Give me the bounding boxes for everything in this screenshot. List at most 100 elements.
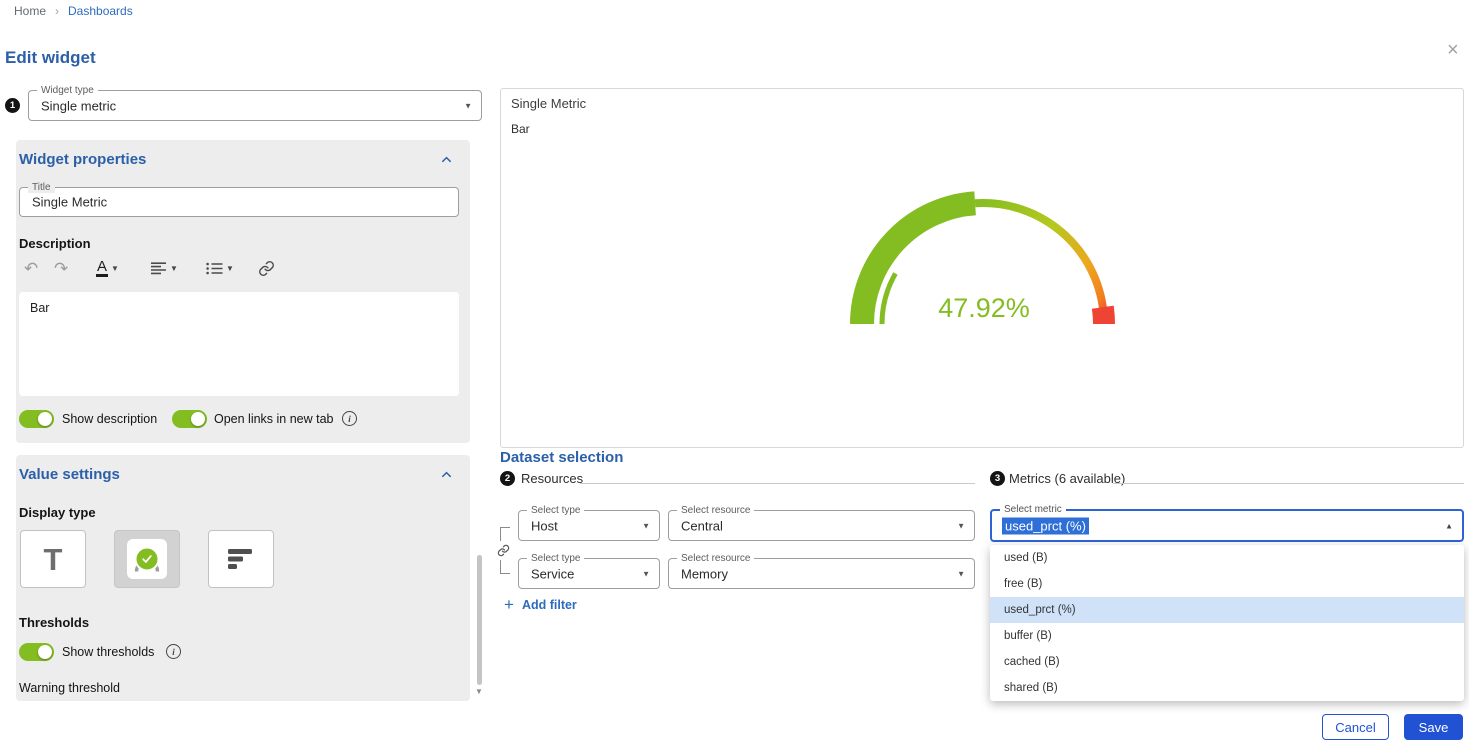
link-icon	[258, 260, 275, 277]
toggle-knob	[38, 412, 52, 426]
chevron-down-icon: ▼	[957, 521, 965, 530]
align-icon	[150, 262, 167, 275]
show-thresholds-label: Show thresholds	[62, 645, 154, 659]
page-title: Edit widget	[5, 48, 96, 68]
show-description-toggle[interactable]	[19, 410, 54, 428]
scrollbar-down-arrow[interactable]: ▼	[475, 687, 483, 696]
metric-option[interactable]: free (B)	[990, 571, 1464, 597]
preview-title: Single Metric	[511, 96, 586, 111]
text-display-icon: T	[44, 544, 63, 575]
chevron-down-icon: ▼	[226, 264, 234, 273]
title-input[interactable]: Title Single Metric	[19, 187, 459, 217]
undo-icon: ↶	[24, 260, 38, 277]
step-2-badge: 2	[500, 471, 515, 486]
add-filter-button[interactable]: + Add filter	[504, 596, 577, 613]
text-color-button[interactable]: A ▼	[96, 256, 119, 280]
undo-button[interactable]: ↶	[24, 256, 38, 280]
gauge-inner-arc	[882, 274, 896, 325]
resources-divider	[580, 483, 975, 484]
redo-button[interactable]: ↷	[54, 256, 68, 280]
metrics-divider	[1113, 483, 1464, 484]
resource-select-2[interactable]: Select resource Memory ▼	[668, 558, 975, 589]
plus-icon: +	[504, 596, 514, 613]
list-button[interactable]: ▼	[206, 256, 234, 280]
breadcrumb-home-link[interactable]: Home	[14, 4, 46, 18]
add-filter-label: Add filter	[522, 598, 577, 612]
insert-link-button[interactable]	[258, 256, 275, 280]
metric-option[interactable]: cached (B)	[990, 649, 1464, 675]
select-resource-value: Memory	[681, 566, 728, 581]
cancel-button[interactable]: Cancel	[1322, 714, 1389, 740]
metric-option-selected[interactable]: used_prct (%)	[990, 597, 1464, 623]
info-icon[interactable]: i	[166, 644, 181, 659]
resource-type-select-1[interactable]: Select type Host ▼	[518, 510, 660, 541]
metric-option[interactable]: used (B)	[990, 545, 1464, 571]
info-icon[interactable]: i	[342, 411, 357, 426]
select-metric-label: Select metric	[1000, 504, 1066, 515]
bar-display-icon	[228, 549, 254, 569]
select-resource-label: Select resource	[677, 505, 754, 516]
chevron-down-icon: ▼	[642, 569, 650, 578]
toggle-knob	[191, 412, 205, 426]
widget-type-select[interactable]: Widget type Single metric ▼	[28, 90, 482, 121]
resource-link-icon	[495, 541, 511, 560]
metric-option[interactable]: buffer (B)	[990, 623, 1464, 649]
dataset-selection-heading: Dataset selection	[500, 449, 623, 466]
redo-icon: ↷	[54, 260, 68, 277]
breadcrumb-dashboards-link[interactable]: Dashboards	[68, 4, 133, 18]
step-1-badge: 1	[5, 98, 20, 113]
list-icon	[206, 262, 223, 275]
toggle-knob	[38, 645, 52, 659]
display-type-text-button[interactable]: T	[20, 530, 86, 588]
close-icon[interactable]: ×	[1447, 40, 1459, 60]
value-settings-heading: Value settings	[19, 466, 120, 483]
breadcrumb: Home › Dashboards	[14, 4, 133, 18]
chevron-down-icon: ▼	[642, 521, 650, 530]
save-button[interactable]: Save	[1404, 714, 1463, 740]
collapse-chevron-up-icon[interactable]	[439, 467, 454, 487]
select-resource-label: Select resource	[677, 553, 754, 564]
resource-select-1[interactable]: Select resource Central ▼	[668, 510, 975, 541]
display-type-bar-button[interactable]	[208, 530, 274, 588]
chevron-down-icon: ▼	[170, 264, 178, 273]
metric-select-value: used_prct (%)	[1002, 517, 1089, 534]
chevron-down-icon: ▼	[464, 101, 472, 110]
align-button[interactable]: ▼	[150, 256, 178, 280]
open-links-label: Open links in new tab	[214, 412, 334, 426]
metric-option[interactable]: shared (B)	[990, 675, 1464, 701]
gauge-value-text: 47.92%	[938, 293, 1030, 323]
scrollbar-thumb[interactable]	[477, 555, 482, 685]
select-type-value: Host	[531, 518, 558, 533]
title-input-value: Single Metric	[32, 195, 107, 210]
richtext-toolbar: ↶ ↷ A ▼ ▼ ▼	[16, 256, 456, 282]
widget-type-label: Widget type	[37, 85, 98, 96]
resources-section-title: Resources	[521, 471, 583, 486]
step-3-badge: 3	[990, 471, 1005, 486]
gauge-critical-arc	[1103, 307, 1104, 324]
selected-check-icon	[135, 547, 160, 572]
metric-dropdown-menu: used (B) free (B) used_prct (%) buffer (…	[990, 545, 1464, 701]
text-color-icon: A	[96, 259, 108, 278]
metric-select[interactable]: Select metric used_prct (%) ▲	[990, 509, 1464, 542]
display-type-label: Display type	[19, 505, 96, 520]
warning-threshold-label: Warning threshold	[19, 681, 120, 695]
select-type-value: Service	[531, 566, 574, 581]
preview-description: Bar	[511, 122, 530, 136]
display-type-gauge-button[interactable]	[114, 530, 180, 588]
show-thresholds-toggle[interactable]	[19, 643, 54, 661]
widget-properties-panel: Widget properties Title Single Metric De…	[16, 140, 470, 443]
collapse-chevron-up-icon[interactable]	[439, 152, 454, 172]
resource-type-select-2[interactable]: Select type Service ▼	[518, 558, 660, 589]
value-settings-panel: Value settings Display type T Thresholds	[16, 455, 470, 701]
widget-properties-heading: Widget properties	[19, 151, 146, 168]
open-links-toggle[interactable]	[172, 410, 207, 428]
metrics-section-title: Metrics (6 available)	[1009, 471, 1125, 486]
chevron-down-icon: ▼	[957, 569, 965, 578]
description-label: Description	[19, 236, 91, 251]
thresholds-label: Thresholds	[19, 615, 89, 630]
breadcrumb-chevron-icon: ›	[55, 4, 59, 18]
select-resource-value: Central	[681, 518, 723, 533]
widget-preview-panel: Single Metric Bar 47.92%	[500, 88, 1464, 448]
edit-widget-page: Home › Dashboards Edit widget × 1 Widget…	[0, 0, 1469, 743]
description-textarea[interactable]: Bar	[19, 292, 459, 396]
